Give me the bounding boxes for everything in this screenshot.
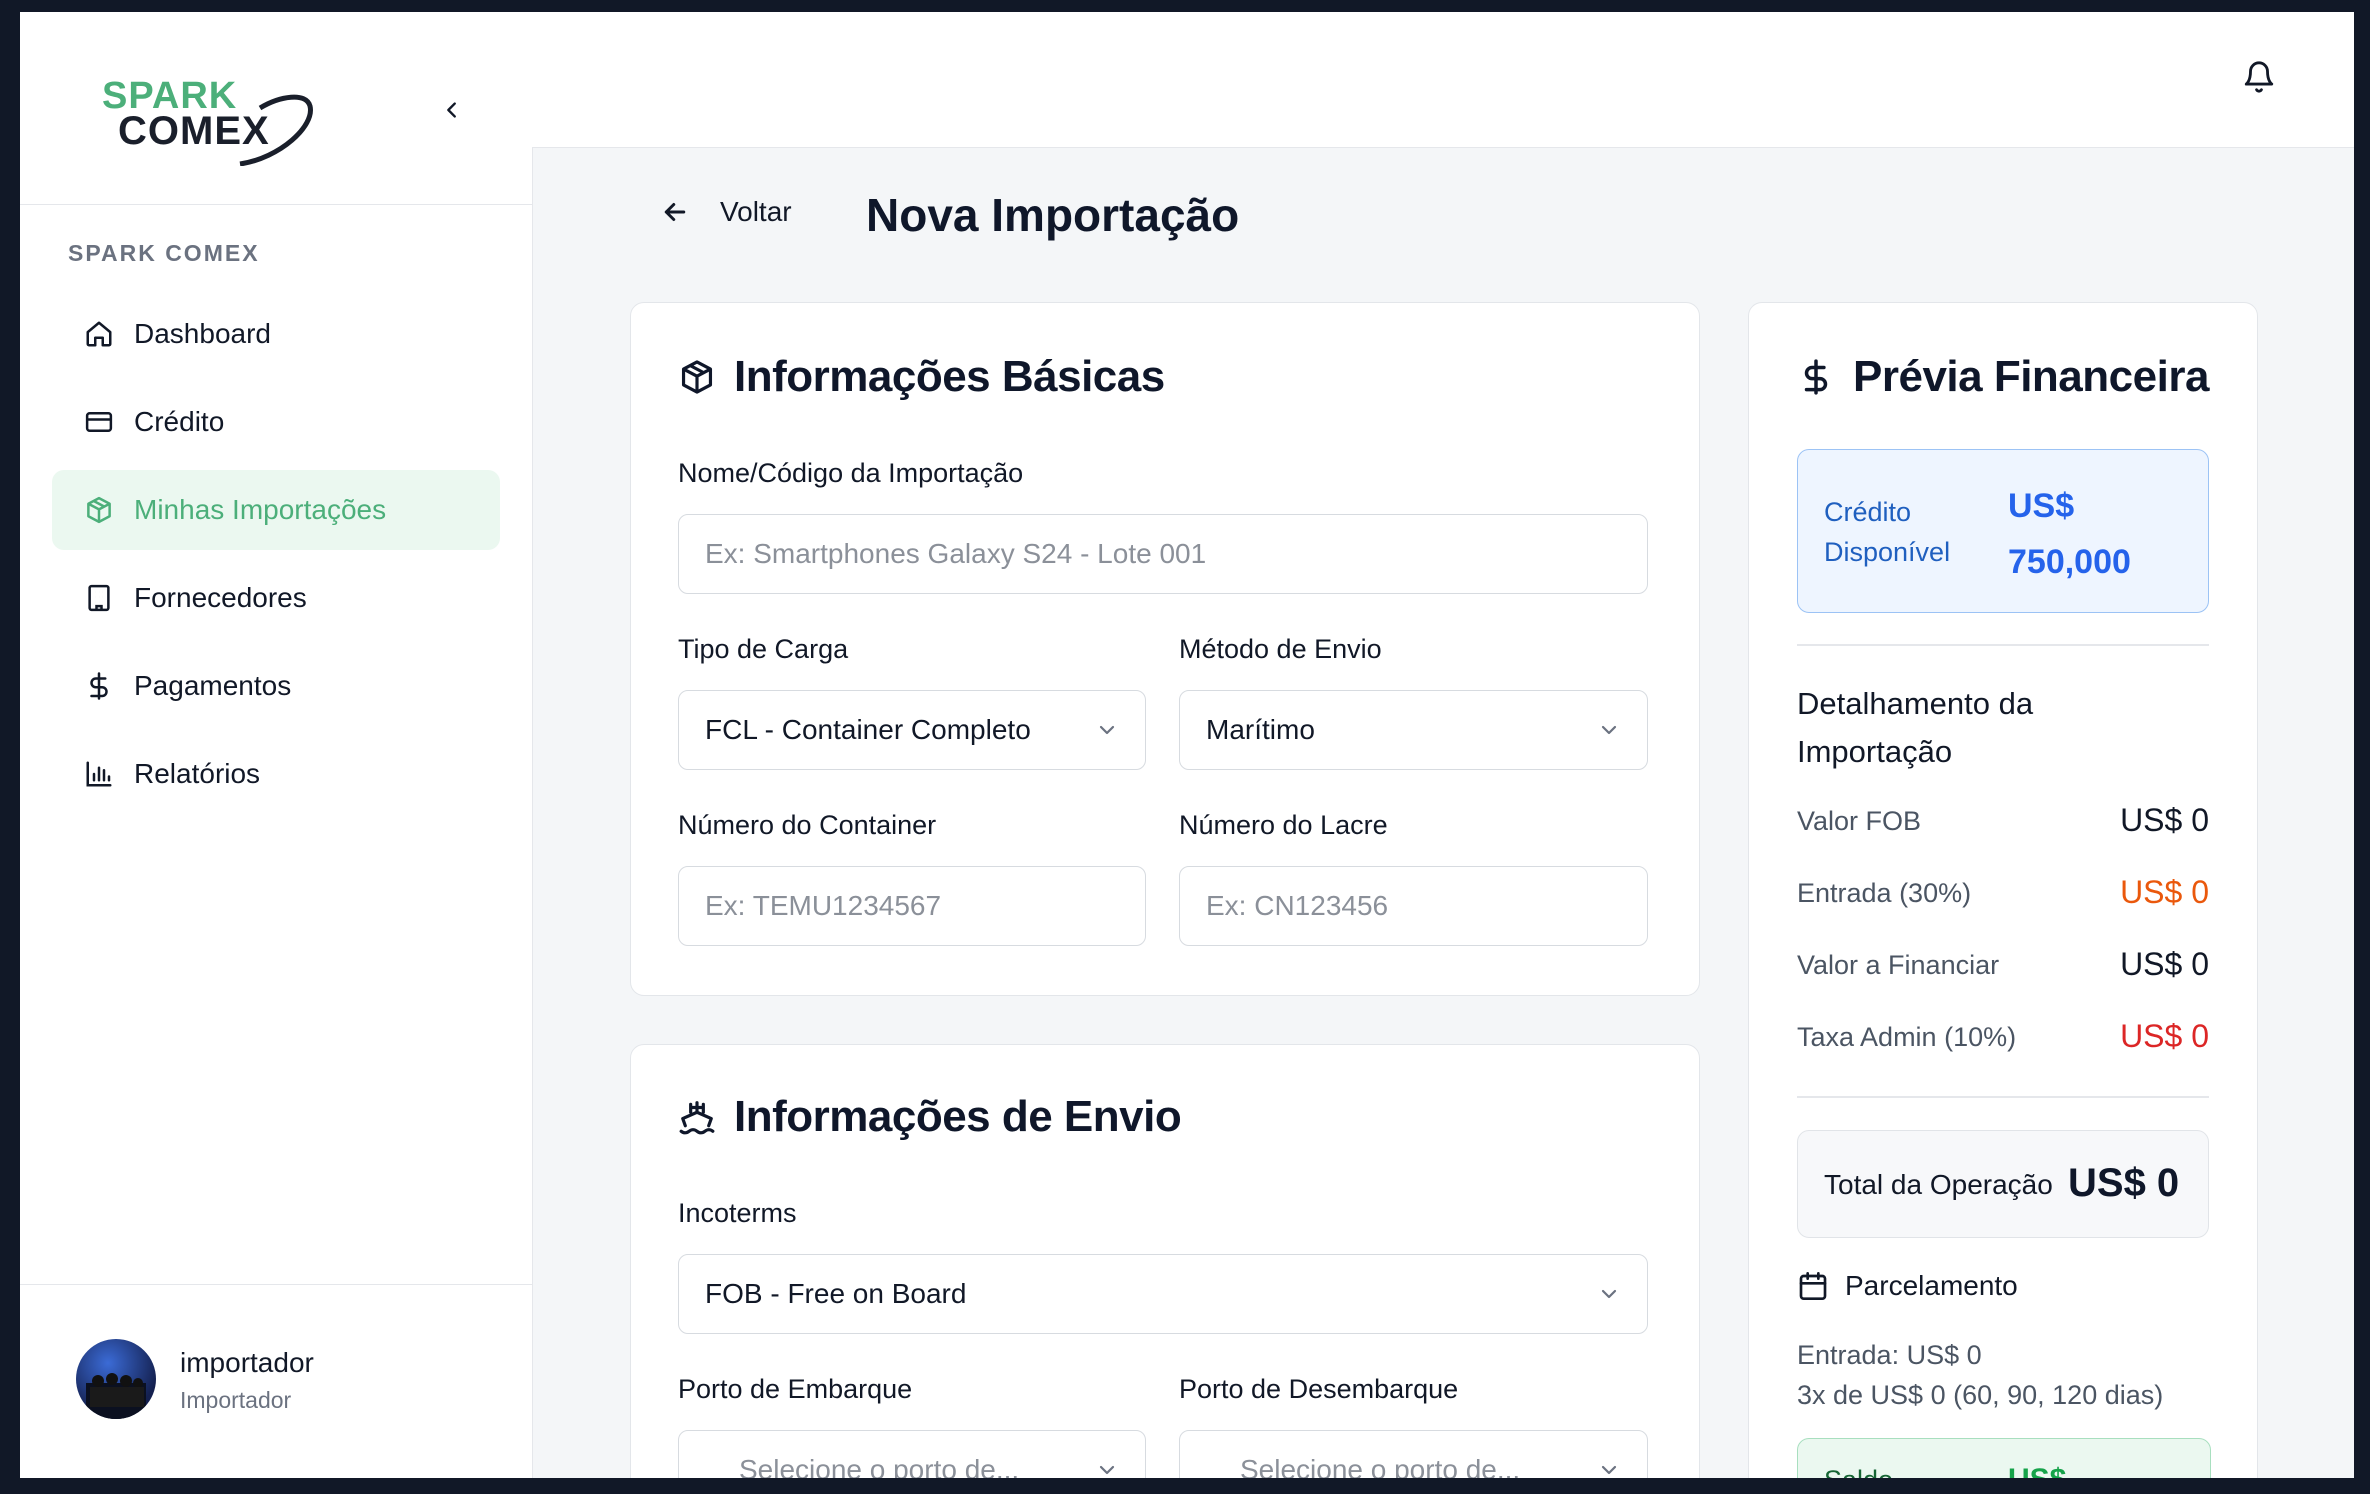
package-icon (82, 493, 116, 527)
home-icon (82, 317, 116, 351)
divider (1797, 1096, 2209, 1098)
installment-plan: 3x de US$ 0 (60, 90, 120 dias) (1797, 1380, 2164, 1410)
sidebar-item-label: Pagamentos (134, 670, 292, 701)
import-breakdown-title: Detalhamento da Importação (1797, 686, 2034, 769)
origin-port-label: Porto de Embarque (678, 1374, 913, 1404)
shipping-method-select[interactable]: Marítimo (1179, 690, 1648, 770)
avatar (76, 1339, 156, 1419)
import-name-input[interactable] (678, 514, 1648, 594)
admin-fee-value: US$ 0 (2120, 1018, 2209, 1054)
fob-value-label: Valor FOB (1797, 806, 1922, 836)
card-title-text: Informações Básicas (734, 352, 1165, 401)
notifications-button[interactable] (2242, 60, 2282, 100)
chevron-down-icon (1597, 1282, 1621, 1306)
down-payment-label: Entrada (30%) (1797, 878, 1972, 908)
chevron-left-icon (447, 102, 456, 118)
shipping-method-label: Método de Envio (1179, 634, 1382, 664)
incoterms-label: Incoterms (678, 1198, 797, 1228)
divider (1797, 644, 2209, 646)
import-name-label: Nome/Código da Importação (678, 458, 1024, 488)
svg-text:COMEX: COMEX (118, 109, 270, 153)
financed-value: US$ 0 (2120, 946, 2209, 982)
origin-port-select[interactable]: Selecione o porto de... (678, 1430, 1146, 1478)
user-profile[interactable]: importador Importador (20, 1284, 532, 1478)
sidebar-item-credito[interactable]: Crédito (52, 382, 500, 462)
basic-info-title: Informações Básicas (678, 352, 1165, 402)
shipping-method-value: Marítimo (1206, 714, 1315, 745)
bar-chart-icon (82, 757, 116, 791)
chevron-down-icon (1597, 1458, 1621, 1478)
calendar-icon (1797, 1270, 1829, 1302)
sidebar-item-dashboard[interactable]: Dashboard (52, 294, 500, 374)
destination-port-placeholder: Selecione o porto de... (1240, 1454, 1521, 1478)
credit-card-icon (82, 405, 116, 439)
sidebar-item-label: Dashboard (134, 318, 271, 349)
package-icon (678, 358, 716, 396)
card-title-text: Prévia Financeira (1853, 352, 2209, 401)
fob-value: US$ 0 (2120, 802, 2209, 838)
sidebar-nav: Dashboard Crédito Minhas Importações For… (52, 294, 500, 822)
top-bar (532, 12, 2354, 148)
app-window: SPARK COMEX SPARK COMEX Dashboard Crédit… (20, 12, 2354, 1478)
sidebar-item-relatorios[interactable]: Relatórios (52, 734, 500, 814)
operation-total-value: US$ 0 (2068, 1161, 2180, 1205)
sidebar: SPARK COMEX SPARK COMEX Dashboard Crédit… (20, 12, 533, 1478)
operation-total-label: Total da Operação (1824, 1169, 2053, 1200)
installment-entry: Entrada: US$ 0 (1797, 1340, 1982, 1370)
available-credit-label: Crédito Disponível (1824, 497, 1951, 567)
sidebar-item-label: Minhas Importações (134, 494, 387, 525)
sidebar-section-label: SPARK COMEX (68, 240, 260, 266)
sidebar-item-pagamentos[interactable]: Pagamentos (52, 646, 500, 726)
dollar-icon (82, 669, 116, 703)
installments-title-text: Parcelamento (1845, 1270, 2018, 1301)
balance-label: Saldo (1824, 1465, 1893, 1478)
back-button[interactable]: Voltar (660, 196, 792, 228)
financial-preview-title: Prévia Financeira (1797, 352, 2209, 402)
chevron-down-icon (1095, 718, 1119, 742)
back-label: Voltar (720, 196, 792, 227)
card-title-text: Informações de Envio (734, 1092, 1182, 1141)
available-credit-box: Crédito Disponível US$ 750,000 (1797, 449, 2209, 613)
container-number-label: Número do Container (678, 810, 937, 840)
sidebar-item-minhas-importacoes[interactable]: Minhas Importações (52, 470, 500, 550)
chevron-down-icon (1597, 718, 1621, 742)
cargo-type-label: Tipo de Carga (678, 634, 849, 664)
available-credit-value: US$ 750,000 (2008, 487, 2131, 581)
logo-area: SPARK COMEX (20, 12, 532, 205)
origin-port-placeholder: Selecione o porto de... (739, 1454, 1020, 1478)
page-title: Nova Importação (866, 189, 1240, 241)
user-name: importador (180, 1347, 314, 1378)
chevron-down-icon (1095, 1458, 1119, 1478)
seal-number-input[interactable] (1179, 866, 1648, 946)
incoterms-value: FOB - Free on Board (705, 1278, 967, 1309)
user-role: Importador (180, 1387, 292, 1413)
building-icon (82, 581, 116, 615)
sidebar-item-label: Relatórios (134, 758, 261, 789)
container-number-input[interactable] (678, 866, 1146, 946)
down-payment-value: US$ 0 (2120, 874, 2209, 910)
collapse-sidebar-button[interactable] (432, 90, 472, 130)
balance-value: US$ (2008, 1463, 2066, 1478)
ship-icon (678, 1098, 716, 1136)
sidebar-item-fornecedores[interactable]: Fornecedores (52, 558, 500, 638)
admin-fee-label: Taxa Admin (10%) (1797, 1022, 2017, 1052)
arrow-left-icon (660, 197, 690, 227)
bell-icon (2244, 61, 2274, 93)
destination-port-label: Porto de Desembarque (1179, 1374, 1459, 1404)
seal-number-label: Número do Lacre (1179, 810, 1388, 840)
spark-comex-logo: SPARK COMEX (102, 75, 313, 166)
incoterms-select[interactable]: FOB - Free on Board (678, 1254, 1648, 1334)
shipping-info-title: Informações de Envio (678, 1092, 1182, 1142)
balance-box: Saldo US$ (1797, 1438, 2211, 1478)
sidebar-item-label: Fornecedores (134, 582, 307, 613)
destination-port-select[interactable]: Selecione o porto de... (1179, 1430, 1648, 1478)
dollar-icon (1797, 358, 1835, 396)
sidebar-item-label: Crédito (134, 406, 225, 437)
operation-total-box: Total da Operação US$ 0 (1797, 1130, 2209, 1238)
installments-title: Parcelamento (1797, 1270, 2018, 1302)
cargo-type-value: FCL - Container Completo (705, 714, 1031, 745)
financed-value-label: Valor a Financiar (1797, 950, 2000, 980)
cargo-type-select[interactable]: FCL - Container Completo (678, 690, 1146, 770)
